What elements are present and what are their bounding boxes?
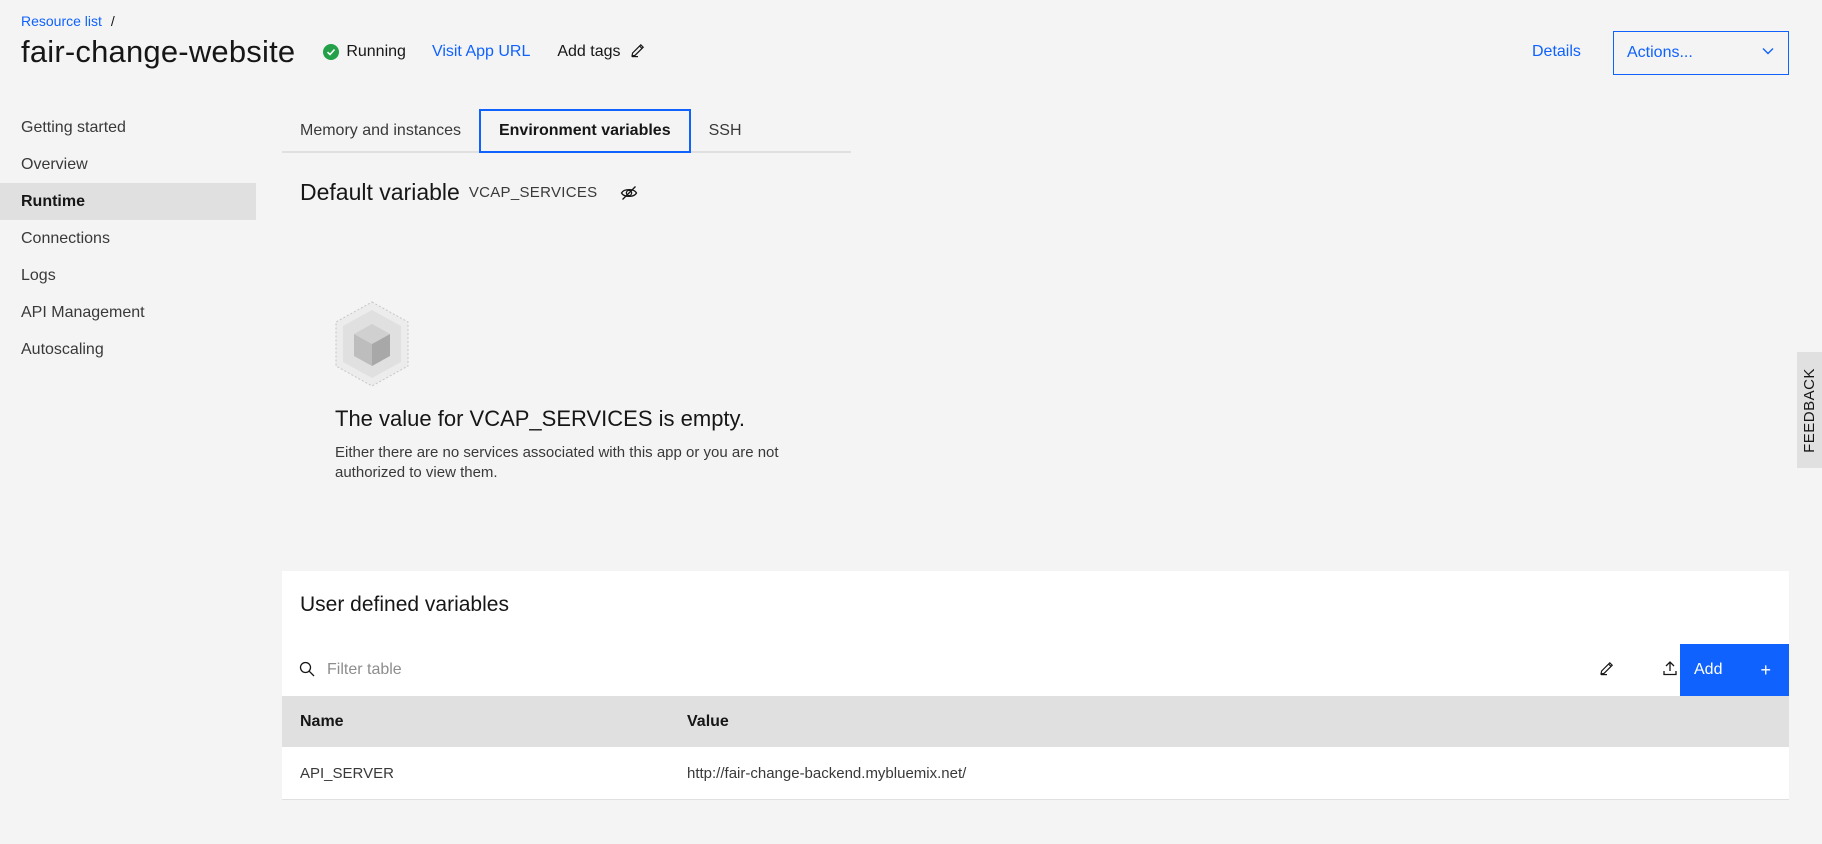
- status-text: Running: [346, 43, 406, 60]
- default-variable-heading: Default variable VCAP_SERVICES: [300, 179, 638, 206]
- breadcrumb: Resource list /: [21, 13, 115, 29]
- sidebar-item-label: Logs: [21, 266, 56, 284]
- add-variable-button[interactable]: Add +: [1680, 644, 1789, 696]
- table-toolbar: Add +: [282, 644, 1789, 696]
- sidebar-item-connections[interactable]: Connections: [0, 220, 256, 257]
- page-header: fair-change-website Running Visit App UR…: [21, 34, 646, 70]
- sidebar-item-autoscaling[interactable]: Autoscaling: [0, 331, 256, 368]
- plus-icon: +: [1760, 659, 1771, 680]
- table-row[interactable]: API_SERVER http://fair-change-backend.my…: [282, 747, 1789, 800]
- default-variable-label: Default variable: [300, 179, 460, 205]
- sidebar-item-logs[interactable]: Logs: [0, 257, 256, 294]
- sidebar-item-label: Connections: [21, 229, 110, 247]
- add-tags-label: Add tags: [557, 43, 621, 60]
- edit-icon: [630, 42, 646, 63]
- view-off-icon[interactable]: [620, 184, 638, 202]
- filter-table-input[interactable]: [327, 644, 927, 696]
- add-tags-button[interactable]: Add tags: [557, 42, 645, 63]
- empty-state-cube-illustration: [332, 300, 412, 395]
- feedback-label: FEEDBACK: [1801, 367, 1819, 453]
- upload-icon: [1662, 660, 1678, 681]
- add-button-label: Add: [1694, 661, 1723, 678]
- breadcrumb-resource-list-link[interactable]: Resource list: [21, 13, 102, 29]
- sidebar-item-runtime[interactable]: Runtime: [0, 183, 256, 220]
- runtime-tabs: Memory and instances Environment variabl…: [282, 109, 851, 153]
- tab-environment-variables[interactable]: Environment variables: [478, 109, 691, 153]
- sidebar-nav: Getting started Overview Runtime Connect…: [0, 109, 256, 368]
- default-variable-name: VCAP_SERVICES: [468, 184, 598, 201]
- sidebar-item-label: API Management: [21, 303, 145, 321]
- table-header-row: Name Value: [282, 696, 1789, 747]
- search-icon: [299, 661, 315, 682]
- page-title: fair-change-website: [21, 34, 296, 69]
- sidebar-item-label: Autoscaling: [21, 340, 104, 358]
- empty-state-description: Either there are no services associated …: [335, 444, 779, 481]
- details-link[interactable]: Details: [1532, 43, 1581, 61]
- column-header-name[interactable]: Name: [300, 713, 344, 731]
- variable-name-cell: API_SERVER: [300, 764, 394, 782]
- sidebar-item-overview[interactable]: Overview: [0, 146, 256, 183]
- chevron-down-icon: [1761, 44, 1775, 63]
- sidebar-item-label: Getting started: [21, 118, 126, 136]
- variable-value-cell: http://fair-change-backend.mybluemix.net…: [687, 764, 967, 782]
- edit-table-button[interactable]: [1581, 644, 1633, 696]
- empty-state-title: The value for VCAP_SERVICES is empty.: [335, 406, 746, 431]
- visit-app-url-link[interactable]: Visit App URL: [432, 43, 530, 61]
- tab-memory-and-instances[interactable]: Memory and instances: [282, 109, 479, 153]
- user-defined-variables-panel: User defined variables Add + Name Value …: [282, 571, 1789, 800]
- tab-ssh[interactable]: SSH: [691, 109, 760, 153]
- status-indicator: Running: [323, 43, 406, 61]
- actions-dropdown[interactable]: Actions...: [1613, 31, 1789, 75]
- column-header-value[interactable]: Value: [687, 713, 729, 731]
- user-defined-variables-title: User defined variables: [300, 593, 509, 616]
- breadcrumb-separator: /: [110, 13, 115, 29]
- edit-icon: [1599, 660, 1615, 681]
- sidebar-item-api-management[interactable]: API Management: [0, 294, 256, 331]
- actions-dropdown-label: Actions...: [1627, 44, 1693, 61]
- sidebar-item-getting-started[interactable]: Getting started: [0, 109, 256, 146]
- feedback-tab[interactable]: FEEDBACK: [1797, 352, 1822, 468]
- check-circle-icon: [323, 44, 340, 60]
- sidebar-item-label: Overview: [21, 155, 88, 173]
- sidebar-item-label: Runtime: [21, 192, 85, 210]
